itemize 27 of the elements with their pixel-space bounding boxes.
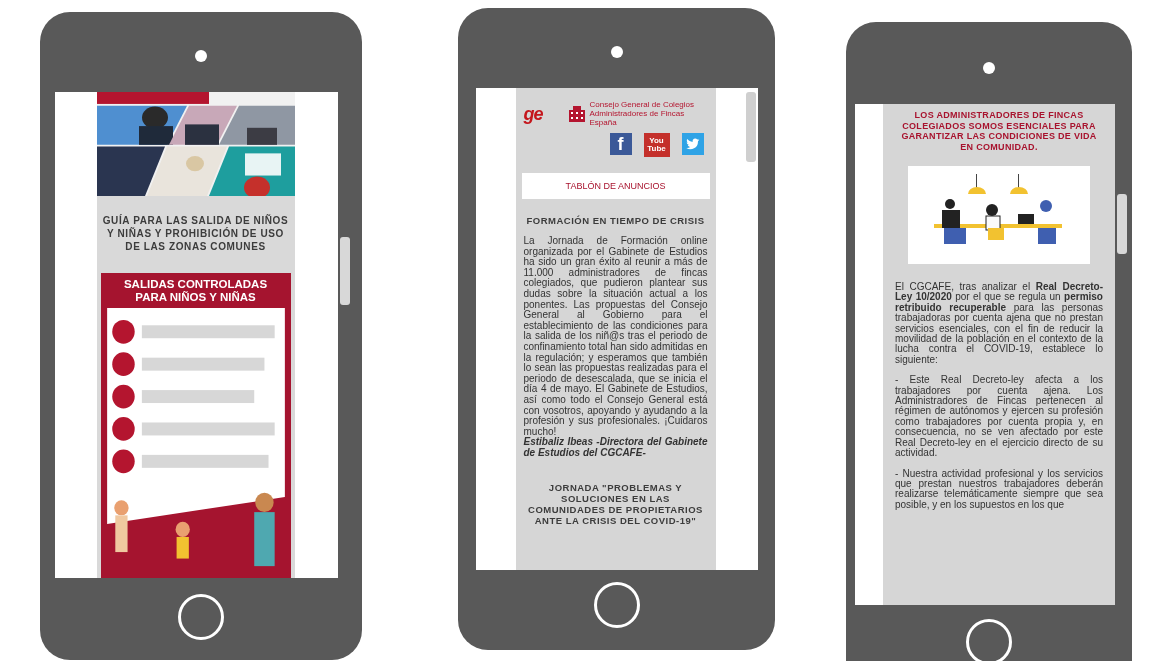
signature: Estibaliz Ibeas -Directora del Gabinete de Estudios del CGCAFE- — [523, 437, 708, 459]
infographic-title: SALIDAS CONTROLADAS PARA NIÑOS Y NIÑAS — [122, 277, 269, 305]
home-button[interactable] — [966, 619, 1012, 661]
bird-icon — [685, 138, 700, 150]
brand-logo: ge — [523, 103, 543, 124]
twitter-link[interactable] — [681, 133, 704, 155]
notice-board-banner: TABLÓN DE ANUNCIOS — [521, 173, 710, 199]
section-heading: JORNADA "PROBLEMAS Y SOLUCIONES EN LAS COMUNIDADES DE PROPIETARIOS ANTE LA CRISIS DEL COVID-19" — [527, 482, 704, 527]
organisation-name: Consejo General de Colegios Administradores de Fincas España — [589, 100, 695, 127]
home-button[interactable] — [593, 582, 640, 628]
home-button[interactable] — [178, 594, 224, 640]
body-paragraph: - Nuestra actividad profesional y los servicios que prestan nuestros trabajadores deberán realizarse telemáticamente siempre que sea posible, y en los supuestos en los que — [895, 468, 1103, 511]
camera-dot — [610, 46, 623, 58]
camera-dot — [983, 62, 995, 74]
body-paragraph: - Este Real Decreto-ley afecta a los trabajadores por cuenta ajena. Los Administradores de Fincas pertenecen al régimen de autónomos y ejercen su profesión como trabajadores por cuenta propia y, en consecuencia, no se ven afectado por este Real Decreto-ley en el ejercicio directo de su actividad. — [895, 375, 1103, 459]
facebook-link[interactable]: f — [609, 133, 632, 155]
body-paragraph: El CGCAFE, tras analizar el Real Decreto-Ley 10/2020 por el que se regula un permiso retribuido recuperable para las personas trabajadoras por cuenta ajena que no prestan servicios esenciales, con el fin de reducir la movilidad de la población en el contexto de la lucha contra el COVID-19, establece lo siguiente: — [895, 282, 1103, 366]
camera-dot — [195, 50, 207, 62]
scrollbar-thumb[interactable] — [745, 92, 756, 162]
body-paragraph: La Jornada de Formación online organizada por el Gabinete de Estudios ha sido un gran éxito al reunir a más de 11.000 administradores de fincas colegiados, que pudieron plantear sus dudas sobre la situación actual a los ponentes. Las propuestas del Consejo General al Gobierno para el establecimiento de las condiciones para la salida de los niñ@s tras el periodo de confinamiento total han sido admitidas en la regulación; y esperamos que también lo sean las propuestas realizadas para el periodo de desescalada, que se inicia el día 4 de mayo. El Gabinete de Estudios, así como todo el Consejo General está con vosotros, apoyando y ayudando a la profesión y sus profesionales. ¡Cuidaros mucho! — [523, 236, 708, 437]
section-heading: FORMACIÓN EN TIEMPO DE CRISIS — [525, 215, 706, 226]
scrollbar-thumb[interactable] — [1117, 194, 1127, 254]
section-heading: GUÍA PARA LAS SALIDA DE NIÑOS Y NIÑAS Y PROHIBICIÓN DE USO DE LAS ZONAS COMUNES — [101, 214, 290, 253]
section-heading: LOS ADMINISTRADORES DE FINCAS COLEGIADOS SOMOS ESENCIALES PARA GARANTIZAR LAS CONDICIONES DE VIDA EN COMUNIDAD. — [900, 110, 1098, 152]
scrollbar-thumb[interactable] — [339, 237, 350, 305]
building-grid-icon — [566, 103, 587, 124]
youtube-link[interactable]: You Tube — [643, 133, 670, 157]
